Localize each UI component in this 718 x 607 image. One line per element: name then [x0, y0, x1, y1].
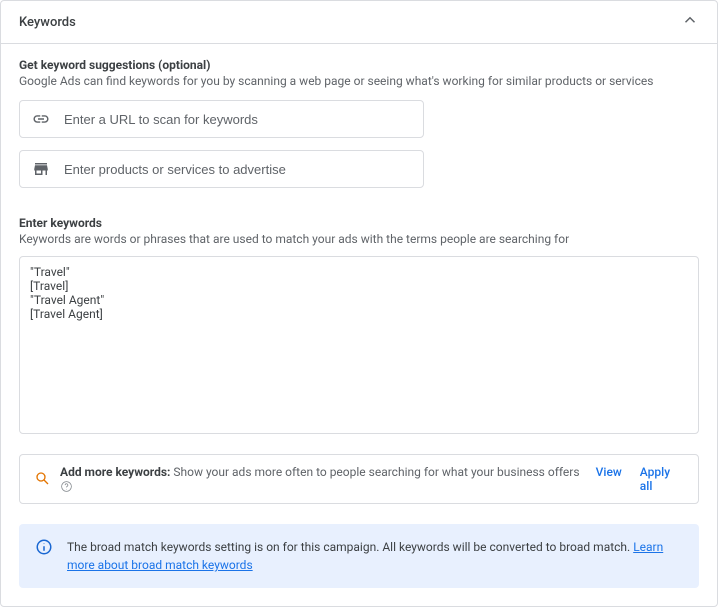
banner-text: The broad match keywords setting is on f…	[67, 538, 683, 574]
add-more-strong: Add more keywords:	[60, 465, 170, 479]
apply-all-button[interactable]: Apply all	[640, 465, 684, 493]
card-body: Get keyword suggestions (optional) Googl…	[1, 44, 717, 606]
enter-keywords-heading: Enter keywords	[19, 216, 699, 230]
add-more-text: Add more keywords: Show your ads more of…	[60, 465, 586, 493]
enter-keywords-section: Enter keywords Keywords are words or phr…	[19, 216, 699, 438]
add-more-desc: Show your ads more often to people searc…	[170, 465, 579, 479]
card-header[interactable]: Keywords	[1, 1, 717, 44]
keywords-card: Keywords Get keyword suggestions (option…	[0, 0, 718, 607]
products-field[interactable]	[19, 150, 424, 188]
chevron-up-icon[interactable]	[681, 11, 699, 33]
suggestions-subtext: Google Ads can find keywords for you by …	[19, 74, 699, 88]
banner-message: The broad match keywords setting is on f…	[67, 540, 633, 554]
suggestions-heading: Get keyword suggestions (optional)	[19, 58, 699, 72]
url-scan-input[interactable]	[64, 112, 411, 127]
suggestions-section: Get keyword suggestions (optional) Googl…	[19, 58, 699, 188]
url-scan-field[interactable]	[19, 100, 424, 138]
card-title: Keywords	[19, 15, 76, 30]
add-more-keywords-row: Add more keywords: Show your ads more of…	[19, 454, 699, 504]
search-icon	[34, 470, 50, 489]
storefront-icon	[32, 160, 50, 178]
help-icon[interactable]	[60, 480, 73, 493]
add-more-actions: View Apply all	[596, 465, 684, 493]
keywords-textarea[interactable]	[19, 256, 699, 434]
link-icon	[32, 110, 50, 128]
enter-keywords-subtext: Keywords are words or phrases that are u…	[19, 232, 699, 246]
view-button[interactable]: View	[596, 465, 622, 493]
broad-match-info-banner: The broad match keywords setting is on f…	[19, 524, 699, 588]
products-input[interactable]	[64, 162, 411, 177]
info-icon	[35, 538, 53, 574]
